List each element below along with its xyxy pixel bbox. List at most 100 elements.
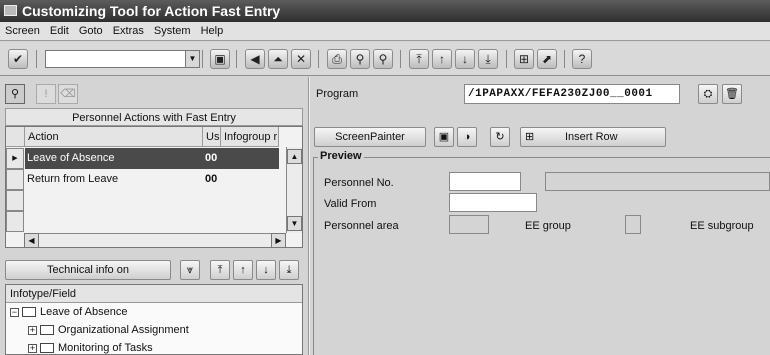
personnel-no-field[interactable] <box>449 172 521 191</box>
personnel-name-field <box>545 172 770 191</box>
chevron-down-icon[interactable]: ▼ <box>185 51 199 67</box>
row-selector-icon[interactable]: ▶ <box>6 148 24 169</box>
tree-node-label: Organizational Assignment <box>58 324 189 336</box>
table-row[interactable]: Leave of Absence 00 <box>25 148 279 169</box>
last-page-icon[interactable]: ⤓ <box>478 49 498 69</box>
command-field[interactable]: ▼ <box>45 50 200 68</box>
previous-page-icon[interactable]: ↑ <box>432 49 452 69</box>
help-icon[interactable]: ? <box>572 49 592 69</box>
insert-row-label: Insert Row <box>565 131 618 143</box>
technical-info-button[interactable]: Technical info on <box>5 260 171 280</box>
personnel-area-field[interactable] <box>449 215 489 234</box>
app-icon <box>4 5 17 16</box>
program-label: Program <box>316 88 359 100</box>
column-header-action[interactable]: Action <box>25 127 203 147</box>
tree-node-label: Leave of Absence <box>40 306 128 318</box>
tree-node[interactable]: + Monitoring of Tasks <box>28 339 153 354</box>
screenpainter-button[interactable]: ScreenPainter <box>314 127 426 147</box>
refresh-icon[interactable]: ↻ <box>490 127 510 147</box>
insert-row-button[interactable]: ⊞ Insert Row <box>520 127 666 147</box>
first-page-icon[interactable]: ⤒ <box>210 260 230 280</box>
enter-icon[interactable]: ✔ <box>8 49 28 69</box>
folder-icon <box>40 343 54 354</box>
tree-node[interactable]: + Organizational Assignment <box>28 321 189 339</box>
trash-icon[interactable]: 🗑 <box>722 84 742 104</box>
actions-panel-title: Personnel Actions with Fast Entry <box>5 108 303 126</box>
program-field[interactable]: /1PAPAXX/FEFA230ZJ00__0001 <box>464 84 680 104</box>
window-title: Customizing Tool for Action Fast Entry <box>22 3 281 19</box>
next-page-icon[interactable]: ↓ <box>256 260 276 280</box>
new-session-icon[interactable]: ⊞ <box>514 49 534 69</box>
row-selector[interactable] <box>6 211 24 232</box>
delete-icon[interactable]: ⌫ <box>58 84 78 104</box>
valid-from-field[interactable] <box>449 193 537 212</box>
preview-title: Preview <box>318 150 364 162</box>
toolbar-separator <box>236 50 237 68</box>
shortcut-icon[interactable]: ⬈ <box>537 49 557 69</box>
action-cell: Return from Leave <box>27 173 119 185</box>
filter-icon[interactable]: ⩔ <box>180 260 200 280</box>
tree-node[interactable]: − Leave of Absence <box>10 303 127 321</box>
valid-from-label: Valid From <box>324 198 377 210</box>
find-icon[interactable]: ⚲ <box>350 49 370 69</box>
scroll-left-icon[interactable]: ◀ <box>24 233 39 247</box>
next-page-icon[interactable]: ↓ <box>455 49 475 69</box>
ee-group-field[interactable] <box>625 215 641 234</box>
column-header-infogroup[interactable]: Infogroup r <box>221 127 279 147</box>
menu-help[interactable]: Help <box>196 22 229 41</box>
save-icon[interactable]: ▣ <box>210 49 230 69</box>
row-selector[interactable] <box>6 190 24 211</box>
tree-header: Infotype/Field <box>6 285 302 303</box>
collapse-icon[interactable]: − <box>10 307 19 317</box>
scroll-up-icon[interactable]: ▲ <box>287 149 302 164</box>
table-row[interactable]: Return from Leave 00 <box>25 169 279 190</box>
find-next-icon[interactable]: ⚲ <box>373 49 393 69</box>
horizontal-scrollbar[interactable]: ◀ ▶ <box>24 233 286 247</box>
toolbar-separator <box>506 50 507 68</box>
expand-icon[interactable]: + <box>28 343 37 353</box>
tree-node-label: Monitoring of Tasks <box>58 342 153 354</box>
infogroup-cell <box>221 169 279 190</box>
toolbar-separator <box>564 50 565 68</box>
toolbar-separator <box>400 50 401 68</box>
previous-page-icon[interactable]: ↑ <box>233 260 253 280</box>
toolbar-separator <box>36 50 37 68</box>
scroll-down-icon[interactable]: ▼ <box>287 216 302 231</box>
column-header-us[interactable]: Us <box>203 127 221 147</box>
row-selector[interactable] <box>6 169 24 190</box>
infogroup-cell <box>221 148 279 169</box>
menu-edit[interactable]: Edit <box>45 22 74 41</box>
menu-bar: Screen Edit Goto Extras System Help <box>0 22 770 41</box>
toolbar-separator <box>202 50 203 68</box>
scroll-right-icon[interactable]: ▶ <box>271 233 286 247</box>
print-icon[interactable]: ⎙ <box>327 49 347 69</box>
expand-icon[interactable]: + <box>28 325 37 335</box>
generate-icon[interactable]: ⛭ <box>698 84 718 104</box>
personnel-area-label: Personnel area <box>324 220 399 232</box>
last-page-icon[interactable]: ⤓ <box>279 260 299 280</box>
folder-icon <box>22 307 36 318</box>
title-bar: Customizing Tool for Action Fast Entry <box>0 0 770 22</box>
save-icon[interactable]: ▣ <box>434 127 454 147</box>
exit-icon[interactable]: ⏶ <box>268 49 288 69</box>
menu-goto[interactable]: Goto <box>74 22 108 41</box>
action-cell: Leave of Absence <box>27 152 115 164</box>
infotype-tree: Infotype/Field − Leave of Absence + Organi… <box>5 284 303 355</box>
splitter[interactable] <box>308 77 310 355</box>
us-cell: 00 <box>205 152 218 164</box>
ee-group-label: EE group <box>525 220 571 232</box>
find-icon[interactable]: ⚲ <box>5 84 25 104</box>
menu-extras[interactable]: Extras <box>108 22 149 41</box>
first-page-icon[interactable]: ⤒ <box>409 49 429 69</box>
menu-screen[interactable]: Screen <box>0 22 45 41</box>
menu-system[interactable]: System <box>149 22 196 41</box>
folder-icon <box>40 325 54 336</box>
personnel-no-label: Personnel No. <box>324 177 394 189</box>
back-icon[interactable]: ◀ <box>245 49 265 69</box>
cancel-icon[interactable]: ✕ <box>291 49 311 69</box>
info-icon[interactable]: ! <box>36 84 56 104</box>
toolbar-separator <box>318 50 319 68</box>
us-cell: 00 <box>205 173 218 185</box>
vertical-scrollbar[interactable]: ▲ ▼ <box>286 147 302 233</box>
display-icon[interactable]: ◑ <box>457 127 477 147</box>
